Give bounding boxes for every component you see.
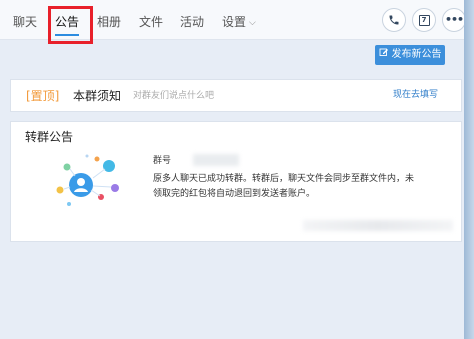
phone-icon bbox=[388, 11, 400, 30]
fill-in-now-link[interactable]: 现在去填写 bbox=[393, 89, 438, 101]
group-transfer-illustration bbox=[56, 154, 119, 206]
call-button[interactable] bbox=[382, 8, 406, 32]
edit-icon bbox=[379, 45, 389, 65]
window-edge bbox=[464, 0, 474, 339]
announcement-card[interactable]: 转群公告 群号 原多人聊天已成功转群。转群后，聊天文件会同步至群文件内，未 领取… bbox=[10, 121, 462, 242]
redacted-group-number bbox=[193, 154, 239, 166]
chevron-down-icon: ⌵ bbox=[249, 18, 256, 28]
publish-notice-label: 发布新公告 bbox=[391, 49, 442, 60]
pinned-placeholder: 对群友们说点什么吧 bbox=[133, 91, 215, 101]
calendar-icon: 7 bbox=[418, 14, 430, 26]
tab-album[interactable]: 相册 bbox=[97, 14, 121, 30]
tab-settings-label: 设置 bbox=[222, 15, 247, 29]
announcement-body-line-2: 领取完的红包将自动退回到发送者账户。 bbox=[153, 189, 316, 199]
publish-notice-button[interactable]: 发布新公告 bbox=[375, 45, 445, 65]
calendar-button[interactable]: 7 bbox=[412, 8, 436, 32]
tab-files[interactable]: 文件 bbox=[139, 14, 163, 30]
pinned-notice-card[interactable]: [置顶] 本群须知 对群友们说点什么吧 现在去填写 bbox=[10, 79, 462, 112]
pinned-tag: [置顶] bbox=[26, 89, 60, 103]
top-tab-bar: 聊天 公告 相册 文件 活动 设置 ⌵ 7 ••• bbox=[0, 0, 466, 44]
tab-settings[interactable]: 设置 ⌵ bbox=[222, 14, 256, 32]
tab-activity[interactable]: 活动 bbox=[180, 14, 204, 30]
annotation-highlight-box bbox=[48, 6, 93, 44]
redacted-footer bbox=[303, 220, 453, 231]
tab-chat[interactable]: 聊天 bbox=[13, 14, 37, 30]
more-button[interactable]: ••• bbox=[442, 8, 466, 32]
announcement-body-line-1: 原多人聊天已成功转群。转群后，聊天文件会同步至群文件内，未 bbox=[153, 174, 415, 184]
pinned-title: 本群须知 bbox=[73, 89, 122, 103]
announcement-title: 转群公告 bbox=[25, 130, 74, 144]
group-number-label: 群号 bbox=[153, 156, 172, 166]
more-icon: ••• bbox=[444, 13, 464, 26]
